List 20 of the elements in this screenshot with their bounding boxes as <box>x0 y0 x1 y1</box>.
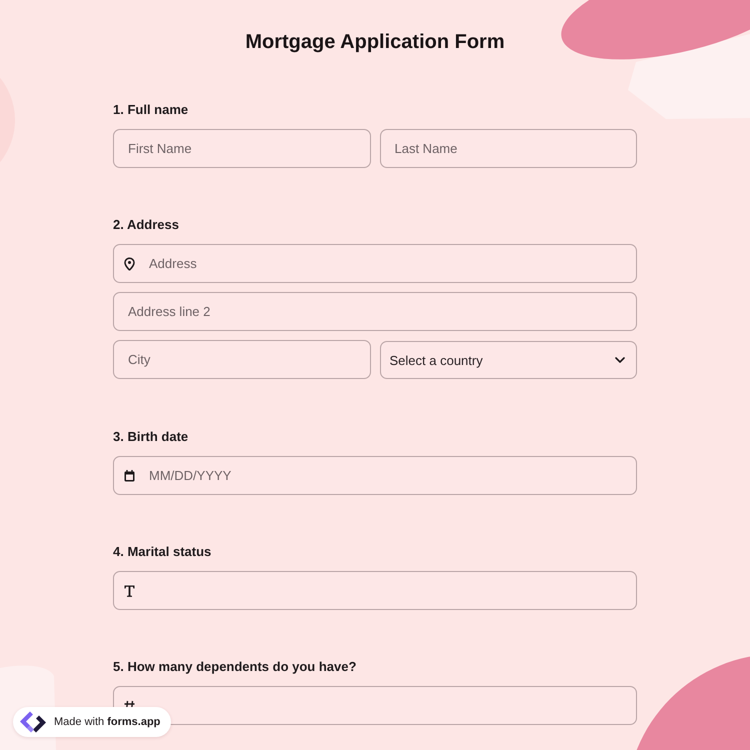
text-field[interactable]: Last Name <box>380 129 637 168</box>
question-label: 2. Address <box>113 216 180 234</box>
location-pin-icon <box>124 257 135 270</box>
question-label: 1. Full name <box>113 101 190 119</box>
form-title: Mortgage Application Form <box>245 30 505 55</box>
question-label: 4. Marital status <box>113 543 212 561</box>
chevron-down-icon <box>615 357 625 363</box>
date-field[interactable]: MM/DD/YYYY <box>113 456 637 495</box>
text-field[interactable]: First Name <box>113 129 370 168</box>
text-field[interactable]: Address line 2 <box>113 292 637 331</box>
made-with-badge[interactable]: Made with forms.app <box>13 707 172 737</box>
logo-icon <box>19 711 47 733</box>
country-dropdown[interactable]: Select a country <box>380 341 637 379</box>
question-label: 5. How many dependents do you have? <box>113 658 358 676</box>
address-field[interactable]: Address <box>113 244 637 283</box>
text-field[interactable] <box>113 571 637 610</box>
text-type-icon <box>124 584 135 596</box>
calendar-icon <box>124 470 135 482</box>
text-field[interactable]: City <box>113 340 370 379</box>
question-label: 3. Birth date <box>113 428 190 446</box>
